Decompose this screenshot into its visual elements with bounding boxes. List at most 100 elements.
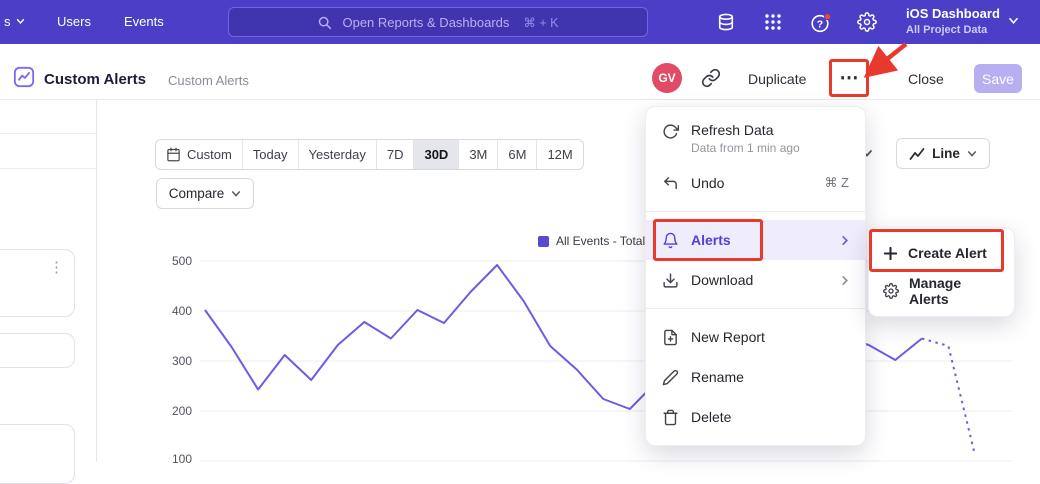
context-menu: Refresh Data Data from 1 min ago Undo ⌘ … [645,106,866,446]
search-shortcut: ⌘ + K [523,15,558,30]
date-range-label: Today [253,147,288,162]
kebab-menu-icon[interactable]: ⋮ [49,258,64,276]
nav-item-boards[interactable]: s [4,14,25,29]
menu-item-rename[interactable]: Rename [646,357,865,397]
menu-item-shortcut: ⌘ Z [824,175,849,191]
date-range-label: 7D [387,147,404,162]
avatar[interactable]: GV [652,63,682,93]
dashboard-chart-icon [13,66,35,88]
date-range-30d[interactable]: 30D [413,140,458,169]
menu-item-new-report[interactable]: New Report [646,317,865,357]
date-range-label: Yesterday [309,147,366,162]
refresh-icon [662,123,679,140]
y-axis-label: 100 [158,452,192,466]
date-range-7d[interactable]: 7D [376,140,414,169]
help-icon[interactable]: ? [810,12,831,33]
global-search-input[interactable]: Open Reports & Dashboards ⌘ + K [228,7,648,37]
nav-item-label: s [4,14,11,29]
menu-divider [646,211,865,212]
more-options-button[interactable]: ⋯ [835,64,863,92]
menu-item-refresh-data[interactable]: Refresh Data Data from 1 min ago [646,115,865,163]
svg-text:?: ? [817,18,823,30]
menu-item-label: New Report [691,329,849,345]
menu-item-undo[interactable]: Undo ⌘ Z [646,163,865,203]
date-range-label: 6M [508,147,526,162]
sidebar-card[interactable] [0,424,75,484]
nav-item-label: Users [57,14,91,29]
settings-gear-icon[interactable] [857,12,878,33]
date-range-yesterday[interactable]: Yesterday [298,140,376,169]
top-navigation-bar: s Users Events Open Reports & Dashboards… [0,0,1040,44]
date-range-label: 12M [547,147,572,162]
submenu-item-label: Manage Alerts [909,275,1000,307]
alerts-submenu: Create Alert Manage Alerts [868,227,1015,317]
menu-item-subtitle: Data from 1 min ago [691,141,849,155]
sidebar-list-item[interactable] [0,133,96,169]
nav-item-users[interactable]: Users [57,14,91,29]
submenu-item-manage-alerts[interactable]: Manage Alerts [869,272,1014,310]
menu-item-label: Rename [691,369,849,385]
y-axis-label: 400 [158,304,192,318]
sidebar-list-item[interactable] [0,100,96,134]
date-range-custom[interactable]: Custom [156,140,242,169]
sidebar-card[interactable] [0,333,75,368]
legend-label: All Events - Total [556,234,645,248]
date-range-today[interactable]: Today [242,140,298,169]
close-button[interactable]: Close [908,71,944,87]
legend-swatch [538,236,549,247]
chevron-down-icon [967,150,977,158]
menu-item-label: Refresh Data [691,122,849,138]
date-range-control: Custom Today Yesterday 7D 30D 3M 6M 12M [155,139,584,170]
submenu-item-label: Create Alert [908,245,987,261]
menu-item-delete[interactable]: Delete [646,397,865,437]
left-sidebar: ⋮ [0,100,97,462]
date-range-3m[interactable]: 3M [458,140,497,169]
menu-item-alerts[interactable]: Alerts [646,220,865,260]
y-axis-label: 300 [158,354,192,368]
menu-divider [646,308,865,309]
calendar-icon [166,147,181,162]
date-range-label: 3M [469,147,487,162]
chart-type-dropdown[interactable]: Line [896,138,990,169]
search-placeholder: Open Reports & Dashboards [342,15,509,30]
line-chart-icon [909,147,925,161]
project-subtitle: All Project Data [906,24,1000,36]
plus-icon [883,246,898,261]
nav-item-label: Events [124,14,164,29]
save-button-label: Save [982,71,1014,87]
chevron-right-icon [841,235,849,246]
chart-type-label: Line [932,146,960,161]
pencil-icon [662,369,679,386]
breadcrumb[interactable]: Custom Alerts [168,73,249,88]
bell-icon [662,232,679,249]
trash-icon [662,409,679,426]
submenu-item-create-alert[interactable]: Create Alert [869,234,1014,272]
project-selector[interactable]: iOS Dashboard All Project Data [906,6,1000,36]
menu-item-label: Alerts [691,232,829,248]
apps-grid-icon[interactable] [763,12,784,33]
date-range-label: Custom [187,147,232,162]
menu-item-label: Delete [691,409,849,425]
chevron-down-icon [1008,17,1019,25]
date-range-6m[interactable]: 6M [497,140,536,169]
menu-item-label: Undo [691,175,812,191]
compare-dropdown[interactable]: Compare [156,178,254,209]
date-range-label: 30D [424,147,448,162]
share-link-icon[interactable] [701,68,721,88]
sidebar-card[interactable]: ⋮ [0,249,75,317]
nav-item-events[interactable]: Events [124,14,164,29]
y-axis-label: 500 [158,254,192,268]
chevron-down-icon [231,190,241,198]
chart-legend[interactable]: All Events - Total [538,234,645,248]
duplicate-button[interactable]: Duplicate [748,71,806,87]
report-header-bar: Custom Alerts Custom Alerts GV Duplicate… [0,44,1040,100]
date-range-12m[interactable]: 12M [536,140,582,169]
compare-label: Compare [169,186,225,201]
save-button[interactable]: Save [974,64,1022,93]
undo-icon [662,175,679,192]
file-plus-icon [662,329,679,346]
gear-icon [883,283,899,299]
data-management-icon[interactable] [716,12,737,33]
search-icon [317,15,332,30]
menu-item-download[interactable]: Download [646,260,865,300]
